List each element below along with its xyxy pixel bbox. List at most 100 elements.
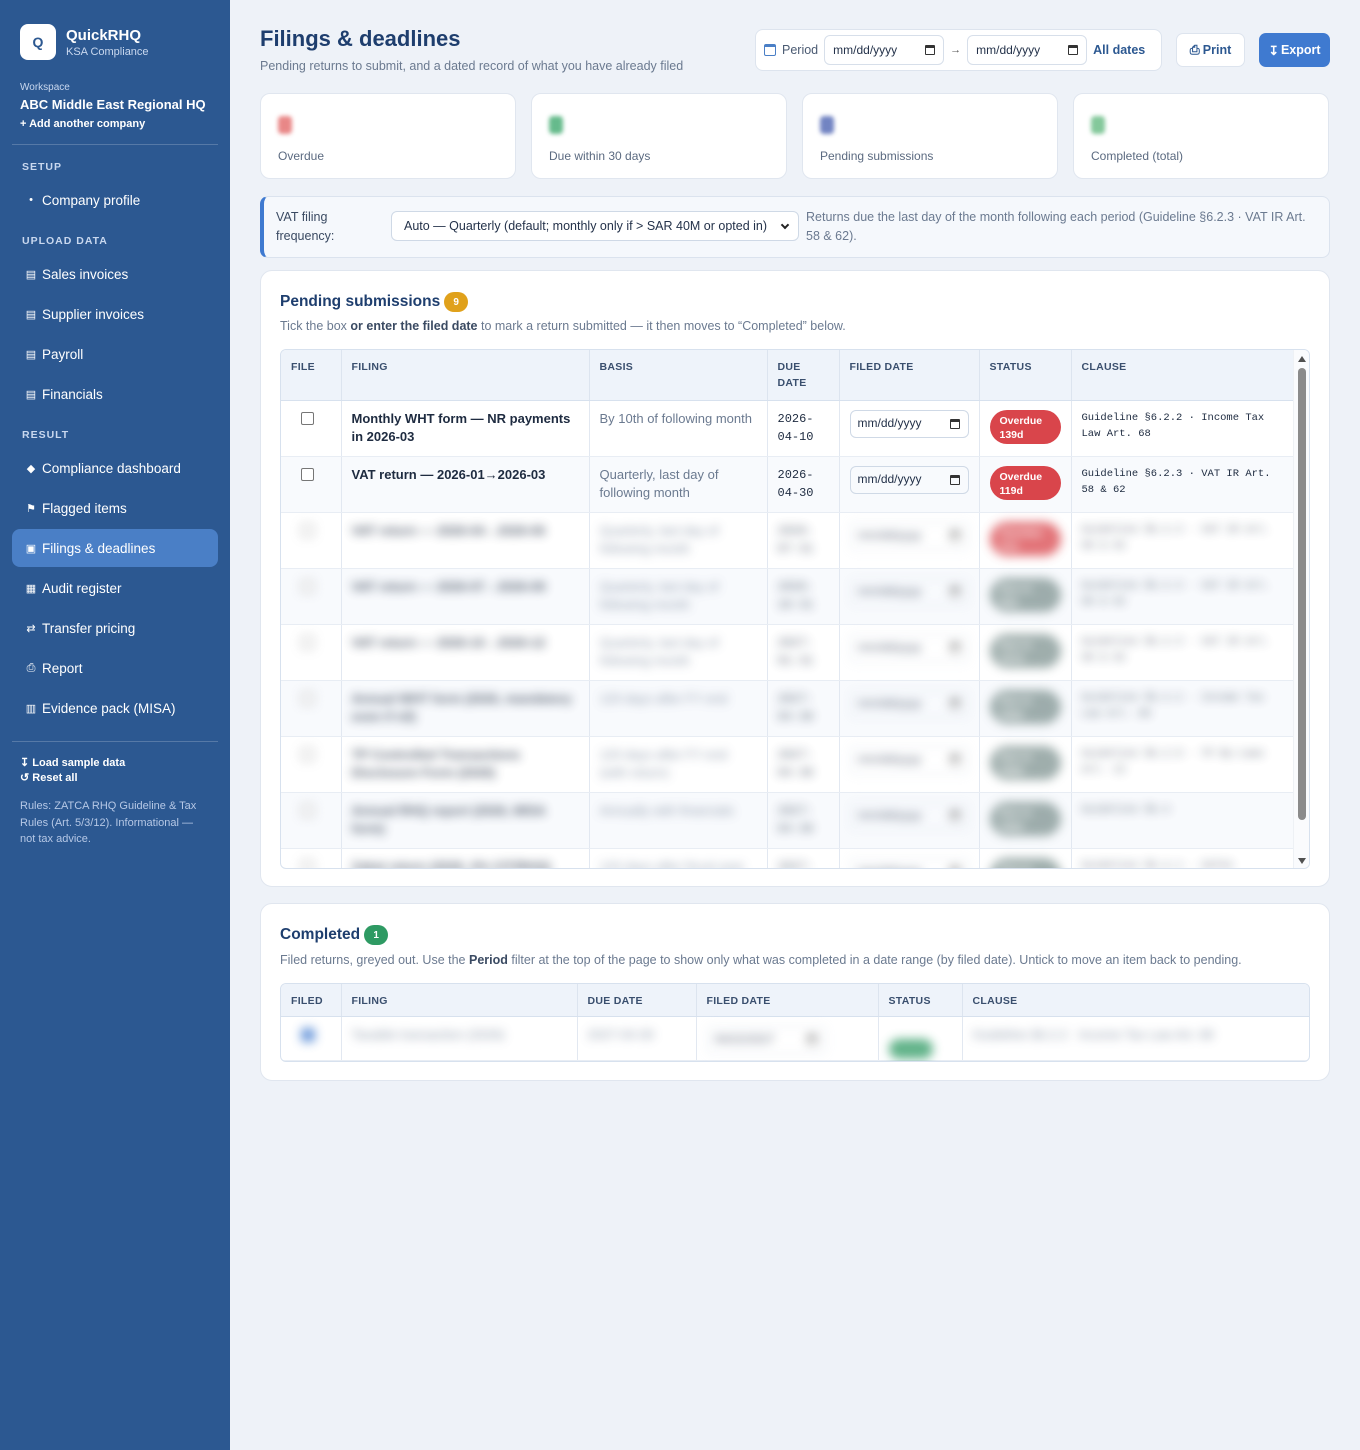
- kpi-label: Due within 30 days: [549, 149, 651, 163]
- due-date: 2026- 10-31: [778, 578, 829, 615]
- brand: Q QuickRHQ KSA Compliance: [12, 0, 218, 60]
- all-dates-link[interactable]: All dates: [1093, 43, 1145, 57]
- filed-date-input[interactable]: mm/dd/yyyy: [849, 521, 969, 550]
- sidebar-item-transfer-pricing[interactable]: ⇄ Transfer pricing: [12, 609, 218, 647]
- filed-date-input[interactable]: mm/dd/yyyy: [849, 689, 969, 718]
- file-checkbox[interactable]: [301, 467, 314, 481]
- add-company-link[interactable]: + Add another company: [20, 118, 210, 130]
- sidebar-item-label: Flagged items: [42, 500, 127, 516]
- filed-date-input[interactable]: mm/dd/yyyy: [849, 801, 969, 830]
- status-text: 246d: [999, 821, 1024, 834]
- clause-text: Guideline §6.2.2 · Income Tax Law Art. 6…: [1081, 691, 1265, 720]
- calendar-picker-icon[interactable]: [949, 810, 960, 821]
- basis-cell: 120 days after FY end: [589, 680, 768, 737]
- scroll-thumb[interactable]: [1298, 368, 1306, 820]
- sidebar-item-flagged-items[interactable]: ⚑ Flagged items: [12, 489, 218, 527]
- sidebar-item-label: Payroll: [42, 346, 84, 362]
- due-date-part: 04-30: [777, 710, 814, 725]
- status-text: Overdue: [999, 470, 1043, 483]
- sidebar-item-report[interactable]: ⎙ Report: [12, 649, 218, 687]
- file-checkbox[interactable]: [301, 523, 314, 537]
- filed-date-input[interactable]: mm/dd/yyyy: [849, 465, 969, 494]
- desc-text: to mark a return submitted — it then mov…: [477, 319, 846, 333]
- status-text: Due in: [999, 638, 1032, 651]
- period-from-input[interactable]: mm/dd/yyyy: [824, 35, 945, 65]
- calendar-picker-icon[interactable]: [949, 586, 960, 597]
- filed-cell: [281, 1016, 342, 1061]
- sidebar-item-filings-deadlines[interactable]: ▣ Filings & deadlines: [12, 529, 218, 567]
- calendar-picker-icon[interactable]: [1068, 45, 1079, 55]
- due-date-part: 2026-: [777, 411, 814, 426]
- sidebar-item-evidence-pack-misa[interactable]: ▥ Evidence pack (MISA): [12, 689, 218, 727]
- calendar-picker-icon[interactable]: [949, 418, 960, 429]
- filed-checkbox[interactable]: [301, 1027, 315, 1042]
- filing-basis: Quarterly, last day of following month: [599, 466, 719, 501]
- file-checkbox[interactable]: [301, 635, 314, 649]
- status-text: 139d: [999, 429, 1024, 442]
- scroll-down-icon[interactable]: [1298, 858, 1306, 864]
- file-checkbox[interactable]: [301, 411, 314, 425]
- basis-cell: 120 days after fiscal year end: [589, 848, 768, 868]
- load-sample-button[interactable]: ↧ Load sample data: [20, 756, 210, 769]
- clause-text: Guideline §6.2.5 · TP By-Laws Art. 12: [1081, 747, 1265, 776]
- status-badge: Overdue 27d: [989, 521, 1061, 556]
- sidebar-item-company-profile[interactable]: • Company profile: [12, 181, 218, 219]
- calendar-picker-icon[interactable]: [949, 530, 960, 541]
- table-row: Zakat return (2026, 0% CIT/RHQ) 120 days …: [281, 848, 1295, 868]
- sidebar-item-supplier-invoices[interactable]: ▤ Supplier invoices: [12, 295, 218, 333]
- clause-text: Guideline §6.2.2 · Income Tax Law Art. 6…: [1081, 411, 1265, 440]
- filed-date-input[interactable]: mm/dd/yyyy: [849, 577, 969, 606]
- clause-cell: Guideline §6.4: [1071, 792, 1295, 849]
- sidebar-item-financials[interactable]: ▤ Financials: [12, 375, 218, 413]
- filing-cell: VAT return — 2026-07→2026-09: [341, 568, 590, 625]
- status-text: 65d: [999, 597, 1018, 610]
- file-checkbox[interactable]: [301, 579, 314, 593]
- filed-date-input[interactable]: mm/dd/yyyy: [849, 633, 969, 662]
- completed-count-badge: 1: [364, 925, 389, 945]
- column-header: DUE DATE: [767, 350, 840, 401]
- table-row: VAT return — 2026-01→2026-03 Quarterly, l…: [281, 456, 1295, 513]
- status-badge: Due in 157d: [989, 633, 1061, 668]
- calendar-picker-icon[interactable]: [925, 45, 936, 55]
- calendar-picker-icon[interactable]: [949, 474, 960, 485]
- file-checkbox[interactable]: [301, 859, 314, 868]
- completed-title: Completed 1: [280, 925, 389, 945]
- file-checkbox[interactable]: [301, 747, 314, 761]
- sidebar-item-audit-register[interactable]: ▦ Audit register: [12, 569, 218, 607]
- reset-all-button[interactable]: ↺ Reset all: [20, 771, 210, 784]
- filed-date-input[interactable]: mm/dd/yyyy: [849, 745, 969, 774]
- status-badge: Due in246d: [989, 857, 1061, 868]
- sidebar-item-label: Report: [42, 660, 83, 676]
- status-cell: Overdue 27d: [979, 512, 1072, 569]
- file-checkbox[interactable]: [301, 803, 314, 817]
- file-checkbox[interactable]: [301, 691, 314, 705]
- calendar-picker-icon[interactable]: [949, 642, 960, 653]
- calendar-picker-icon[interactable]: [949, 866, 960, 868]
- scroll-up-icon[interactable]: [1298, 356, 1306, 362]
- filing-basis: Quarterly, last day of following month: [599, 578, 719, 613]
- table-scrollbar[interactable]: [1293, 350, 1309, 868]
- filed-date-input[interactable]: mm/dd/yyyy: [849, 409, 969, 438]
- sidebar-item-compliance-dashboard[interactable]: ◆ Compliance dashboard: [12, 449, 218, 487]
- export-button[interactable]: ↧ Export: [1259, 33, 1330, 67]
- sidebar-item-payroll[interactable]: ▤ Payroll: [12, 335, 218, 373]
- sidebar-nav: SETUP • Company profile UPLOAD DATA ▤ Sales i…: [12, 161, 218, 727]
- period-to-input[interactable]: mm/dd/yyyy: [967, 35, 1088, 65]
- status-cell: Due in 246d: [979, 736, 1072, 793]
- due-date-part: 04-30: [777, 822, 814, 837]
- sidebar-item-label: Financials: [42, 386, 103, 402]
- page-title: Filings & deadlines: [260, 26, 461, 51]
- calendar-picker-icon[interactable]: [949, 698, 960, 709]
- filed-date-input[interactable]: mm/dd/yyyy: [849, 857, 969, 868]
- due-cell: 2027- 04-30: [767, 792, 840, 849]
- calendar-picker-icon[interactable]: [949, 754, 960, 765]
- pending-table-container[interactable]: FILE FILING BASIS DUE DATE FILED DATE STATUS C…: [280, 349, 1310, 869]
- sidebar-item-sales-invoices[interactable]: ▤ Sales invoices: [12, 255, 218, 293]
- calendar-picker-icon[interactable]: [806, 1034, 817, 1045]
- filed-date-input[interactable]: 04/22/2027: [706, 1025, 826, 1054]
- print-button[interactable]: ⎙ Print: [1176, 33, 1245, 67]
- column-header: BASIS: [589, 350, 768, 401]
- vat-frequency-select[interactable]: Auto — Quarterly (default; monthly only …: [391, 211, 799, 241]
- sidebar-item-label: Transfer pricing: [42, 620, 136, 636]
- sidebar: Q QuickRHQ KSA Compliance Workspace ABC …: [0, 0, 230, 1450]
